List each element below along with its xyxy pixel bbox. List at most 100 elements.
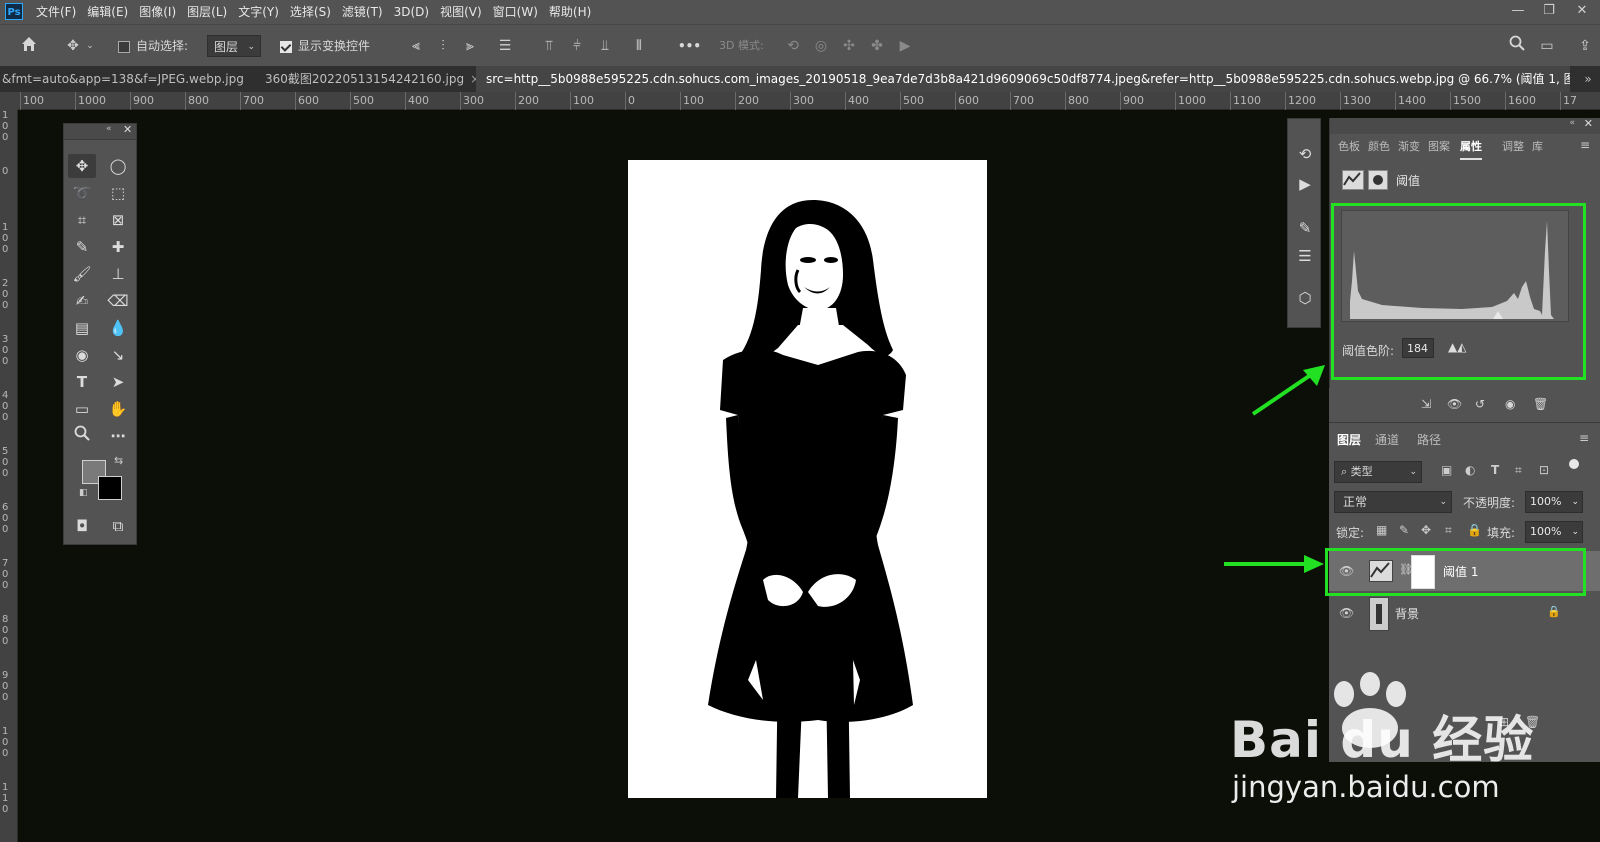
ellipse-marquee-icon[interactable]: ◯ [104,154,132,178]
chevron-down-icon[interactable]: ⌄ [84,35,96,57]
lock-pixels-icon[interactable]: ✎ [1399,523,1409,537]
lock-transparent-icon[interactable]: ▦ [1376,523,1387,537]
3d-roll-icon[interactable]: ◎ [810,35,832,57]
filter-type-icon[interactable]: T [1491,463,1499,477]
hand-icon[interactable]: ✋ [104,397,132,421]
visibility-eye-icon[interactable]: 👁 [1339,606,1354,620]
type-tool-icon[interactable]: T [68,370,96,394]
document-canvas[interactable] [628,160,987,798]
move-tool-icon[interactable]: ✥ [62,35,84,57]
close-panel-icon[interactable]: ✕ [123,123,132,136]
auto-select-check[interactable] [118,40,130,53]
layer-name[interactable]: 背景 [1395,605,1419,622]
properties-panel-header[interactable]: « ✕ [1330,117,1600,134]
tab-patterns[interactable]: 图案 [1428,136,1450,158]
restore-button[interactable]: ❐ [1535,0,1563,24]
menu-view[interactable]: 视图(V) [440,0,482,24]
3d-cube-icon[interactable]: ⬡ [1294,287,1316,309]
close-window-button[interactable]: ✕ [1568,0,1596,24]
toggle-visibility-icon[interactable]: ◉ [1505,397,1515,411]
lasso-icon[interactable]: ➰ [68,181,96,205]
lock-all-icon[interactable]: 🔒 [1467,523,1482,537]
doc-tab-active[interactable]: src=http__5b0988e595225.cdn.sohucs.com_i… [476,66,1570,92]
pen-icon[interactable]: ↘ [104,343,132,367]
clip-to-layer-icon[interactable]: ⇲ [1421,397,1431,411]
filter-pixel-icon[interactable]: ▣ [1441,463,1452,477]
layer-row-background[interactable]: 👁 背景 🔒 [1329,593,1600,633]
panel-menu-icon[interactable]: ≡ [1580,138,1590,152]
lock-artboard-icon[interactable]: ⌗ [1445,523,1452,538]
zoom-icon[interactable] [68,424,96,448]
tab-properties[interactable]: 属性 [1460,136,1482,160]
align-bottom-icon[interactable]: ⫫ [594,35,616,57]
3d-pan-icon[interactable]: ✣ [838,35,860,57]
distribute-icon[interactable]: ☰ [494,35,516,57]
default-colors-icon[interactable]: ◧ [79,488,88,498]
background-color-swatch[interactable] [98,476,122,500]
minimize-button[interactable]: — [1504,0,1532,24]
history-brush-icon[interactable]: ✍ [68,289,96,313]
menu-window[interactable]: 窗口(W) [493,0,538,24]
menu-image[interactable]: 图像(I) [139,0,176,24]
align-left-icon[interactable]: ⫷ [405,35,427,57]
menu-select[interactable]: 选择(S) [290,0,331,24]
eraser-icon[interactable]: ⌫ [104,289,132,313]
tools-panel-header[interactable]: « ✕ [64,123,136,140]
opacity-input[interactable]: 100% ⌄ [1525,491,1583,513]
mask-icon[interactable] [1368,170,1388,190]
menu-edit[interactable]: 编辑(E) [87,0,128,24]
crop-icon[interactable]: ⌗ [68,208,96,232]
view-previous-state-icon[interactable]: 👁 [1447,397,1462,411]
doc-tab-2[interactable]: 360截图20220513154242160.jpg × [265,66,477,92]
rectangle-icon[interactable]: ▭ [68,397,96,421]
collapse-icon[interactable]: « [106,124,112,134]
auto-select-checkbox[interactable]: 自动选择: [118,25,188,67]
close-panel-icon[interactable]: ✕ [1584,117,1593,130]
move-tool-icon[interactable]: ✥ [68,154,96,178]
filter-toggle-icon[interactable] [1569,459,1579,469]
dodge-icon[interactable]: ◉ [68,343,96,367]
tab-overflow-icon[interactable]: » [1578,66,1598,92]
tab-swatches[interactable]: 色板 [1338,136,1360,158]
search-icon[interactable] [1506,35,1528,57]
actions-play-icon[interactable]: ▶ [1294,173,1316,195]
show-transform-check[interactable] [280,40,292,53]
panel-menu-icon[interactable]: ≡ [1579,431,1589,445]
screen-mode-icon[interactable]: ⧉ [104,514,132,538]
tab-channels[interactable]: 通道 [1375,429,1399,451]
swap-colors-icon[interactable]: ⇆ [114,454,123,467]
menu-3d[interactable]: 3D(D) [394,0,429,24]
share-icon[interactable]: ⇪ [1574,35,1596,57]
3d-camera-icon[interactable]: ▶ [894,35,916,57]
more-tools-icon[interactable]: ⋯ [104,424,132,448]
ruler-origin[interactable] [0,92,18,110]
brush-settings-icon[interactable]: ✎ [1294,217,1316,239]
align-center-h-icon[interactable]: ⫶ [432,35,454,57]
distribute-v-icon[interactable]: ⦀ [628,35,650,57]
3d-slide-icon[interactable]: ✤ [866,35,888,57]
layer-filter-dropdown[interactable]: ⌕ 类型 ⌄ [1334,461,1422,483]
brush-icon[interactable]: 🖌 [68,262,96,286]
menu-file[interactable]: 文件(F) [36,0,76,24]
frame-icon[interactable]: ⊠ [104,208,132,232]
home-icon[interactable] [18,35,40,57]
tab-gradients[interactable]: 渐变 [1398,136,1420,158]
tab-libraries[interactable]: 库 [1532,136,1543,158]
quick-mask-icon[interactable]: ◘ [68,514,96,538]
adjustments-sliders-icon[interactable]: ☰ [1294,245,1316,267]
more-options-button[interactable]: ••• [678,25,701,67]
lock-position-icon[interactable]: ✥ [1421,523,1431,537]
filter-smart-object-icon[interactable]: ⊡ [1539,463,1549,477]
menu-filter[interactable]: 滤镜(T) [342,0,383,24]
doc-tab-1[interactable]: &fmt=auto&app=138&f=JPEG.webp.jpg× [2,66,250,92]
auto-select-dropdown[interactable]: 图层 ⌄ [207,35,261,57]
menu-help[interactable]: 帮助(H) [549,0,591,24]
blur-icon[interactable]: 💧 [104,316,132,340]
clone-stamp-icon[interactable]: ⊥ [104,262,132,286]
fill-input[interactable]: 100% ⌄ [1525,521,1583,543]
history-icon[interactable]: ⟲ [1294,143,1316,165]
path-select-icon[interactable]: ➤ [104,370,132,394]
collapse-icon[interactable]: « [1569,118,1575,128]
tab-paths[interactable]: 路径 [1417,429,1441,451]
reset-icon[interactable]: ↺ [1475,397,1485,411]
